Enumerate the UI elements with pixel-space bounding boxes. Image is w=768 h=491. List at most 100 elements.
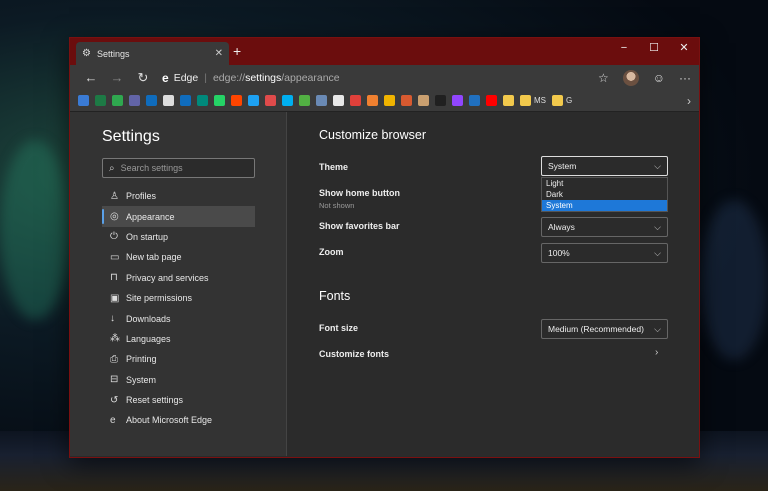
sidebar-item-label: Reset settings — [126, 395, 184, 406]
person-icon: ♙ — [110, 190, 119, 202]
forward-button[interactable]: → — [104, 70, 130, 85]
app-icon[interactable] — [401, 95, 412, 106]
minimize-button[interactable]: − — [609, 38, 639, 58]
theme-row: Theme System ⌵ Light Dark System — [319, 156, 668, 212]
sidebar-item-downloads[interactable]: ↓ Downloads — [102, 308, 255, 328]
sidebar-item-label: About Microsoft Edge — [126, 415, 213, 426]
favorite-folder-label[interactable]: MS — [534, 96, 546, 105]
theme-option-dark[interactable]: Dark — [542, 189, 667, 200]
app-icon[interactable] — [384, 95, 395, 106]
excel-icon[interactable] — [95, 95, 106, 106]
badge-icon[interactable] — [367, 95, 378, 106]
settings-sidebar: Settings ⌕ ♙ Profiles ◎ Appearance ⏻ On start… — [70, 112, 287, 456]
tab-page-icon: ▭ — [110, 251, 120, 263]
sidebar-item-privacy-and-services[interactable]: ⊓ Privacy and services — [102, 268, 255, 288]
code-icon[interactable] — [469, 95, 480, 106]
cloud-icon[interactable] — [78, 95, 89, 106]
skype-icon[interactable] — [282, 95, 293, 106]
xbox-icon[interactable] — [299, 95, 310, 106]
font-size-label: Font size — [319, 323, 359, 333]
folder-icon[interactable] — [552, 95, 563, 106]
close-tab-icon[interactable]: ✕ — [215, 48, 223, 59]
favorites-bar-label: Show favorites bar — [319, 221, 400, 231]
twitter-icon[interactable] — [248, 95, 259, 106]
sidebar-item-label: Languages — [126, 333, 171, 344]
page-icon[interactable] — [163, 95, 174, 106]
game-icon[interactable] — [112, 95, 123, 106]
whatsapp-icon[interactable] — [214, 95, 225, 106]
maximize-button[interactable]: ☐ — [639, 38, 669, 58]
sidebar-item-profiles[interactable]: ♙ Profiles — [102, 186, 255, 206]
search-icon: ⌕ — [109, 162, 115, 174]
chevron-down-icon: ⌵ — [654, 323, 661, 334]
favorite-folder-label[interactable]: G — [566, 96, 572, 105]
reset-icon: ↺ — [110, 394, 119, 406]
teams-icon[interactable] — [129, 95, 140, 106]
sidebar-item-label: Privacy and services — [126, 272, 209, 283]
font-size-select[interactable]: Medium (Recommended) ⌵ — [541, 319, 668, 339]
puzzle-icon[interactable] — [418, 95, 429, 106]
url-path: /appearance — [281, 71, 340, 84]
folder-icon[interactable] — [520, 95, 531, 106]
close-window-button[interactable]: ✕ — [669, 38, 699, 58]
browser-window: ⚙ Settings ✕ + − ☐ ✕ ← → ↻ e Edge | edge… — [69, 37, 700, 458]
folder-icon[interactable] — [503, 95, 514, 106]
favorites-overflow-icon[interactable]: › — [687, 94, 691, 108]
search-input[interactable] — [120, 163, 241, 173]
url-host: settings — [245, 71, 282, 84]
laptop-icon: ⊟ — [110, 374, 119, 386]
favorites-bar-select[interactable]: Always ⌵ — [541, 217, 668, 237]
tab-bar: ⚙ Settings ✕ + − ☐ ✕ — [70, 38, 699, 65]
theme-option-light[interactable]: Light — [542, 178, 667, 189]
printer-icon: ⎙ — [110, 353, 118, 365]
sidebar-item-new-tab-page[interactable]: ▭ New tab page — [102, 247, 255, 267]
youtube-icon[interactable] — [486, 95, 497, 106]
search-box[interactable]: ⌕ — [102, 158, 255, 178]
refresh-button[interactable]: ↻ — [130, 70, 156, 86]
chart-icon[interactable] — [265, 95, 276, 106]
sidebar-item-on-startup[interactable]: ⏻ On startup — [102, 227, 255, 247]
palette-icon: ◎ — [110, 211, 119, 223]
outlook-icon[interactable] — [180, 95, 191, 106]
back-button[interactable]: ← — [78, 70, 104, 85]
sidebar-item-appearance[interactable]: ◎ Appearance — [102, 206, 255, 227]
edge-icon: e — [110, 414, 116, 426]
zoom-select[interactable]: 100% ⌵ — [541, 243, 668, 263]
sidebar-nav: ♙ Profiles ◎ Appearance ⏻ On startup ▭ New tab … — [102, 186, 286, 431]
lego-icon[interactable] — [435, 95, 446, 106]
chevron-down-icon: ⌵ — [654, 160, 661, 171]
twitch-icon[interactable] — [452, 95, 463, 106]
theme-option-system[interactable]: System — [542, 200, 667, 211]
customize-heading: Customize browser — [319, 128, 426, 142]
zoom-value: 100% — [548, 248, 570, 258]
favorites-bar-value: Always — [548, 222, 575, 232]
theme-select[interactable]: System ⌵ — [541, 156, 668, 176]
emoji-icon[interactable]: ☺ — [653, 71, 665, 85]
more-menu-button[interactable]: ··· — [679, 71, 691, 85]
home-button-label: Show home button — [319, 188, 400, 198]
calendar-icon[interactable] — [333, 95, 344, 106]
target-icon[interactable] — [350, 95, 361, 106]
steam-icon[interactable] — [316, 95, 327, 106]
reddit-icon[interactable] — [231, 95, 242, 106]
sidebar-item-reset-settings[interactable]: ↺ Reset settings — [102, 390, 255, 410]
zoom-row: Zoom 100% ⌵ — [319, 241, 668, 267]
favorites-bar: MS G › — [70, 90, 699, 112]
new-tab-button[interactable]: + — [233, 43, 241, 59]
sidebar-item-about-microsoft-edge[interactable]: e About Microsoft Edge — [102, 410, 255, 430]
sidebar-item-languages[interactable]: ⁂ Languages — [102, 329, 255, 349]
outlook-icon[interactable] — [146, 95, 157, 106]
toolbar: ← → ↻ e Edge | edge:// settings /appeara… — [70, 65, 699, 90]
avatar[interactable] — [622, 69, 639, 86]
address-bar[interactable]: e Edge | edge:// settings /appearance — [162, 71, 598, 85]
tab-settings[interactable]: ⚙ Settings ✕ — [76, 42, 229, 65]
sidebar-item-site-permissions[interactable]: ▣ Site permissions — [102, 288, 255, 308]
sidebar-item-label: Site permissions — [126, 293, 193, 304]
sidebar-item-system[interactable]: ⊟ System — [102, 370, 255, 390]
customize-fonts-row[interactable]: Customize fonts › — [319, 343, 667, 369]
sidebar-title: Settings — [102, 128, 160, 145]
settings-main: Customize browser Theme System ⌵ Light Da… — [287, 112, 699, 456]
favorite-star-icon[interactable]: ☆ — [598, 71, 609, 85]
sidebar-item-printing[interactable]: ⎙ Printing — [102, 349, 255, 369]
bing-icon[interactable] — [197, 95, 208, 106]
